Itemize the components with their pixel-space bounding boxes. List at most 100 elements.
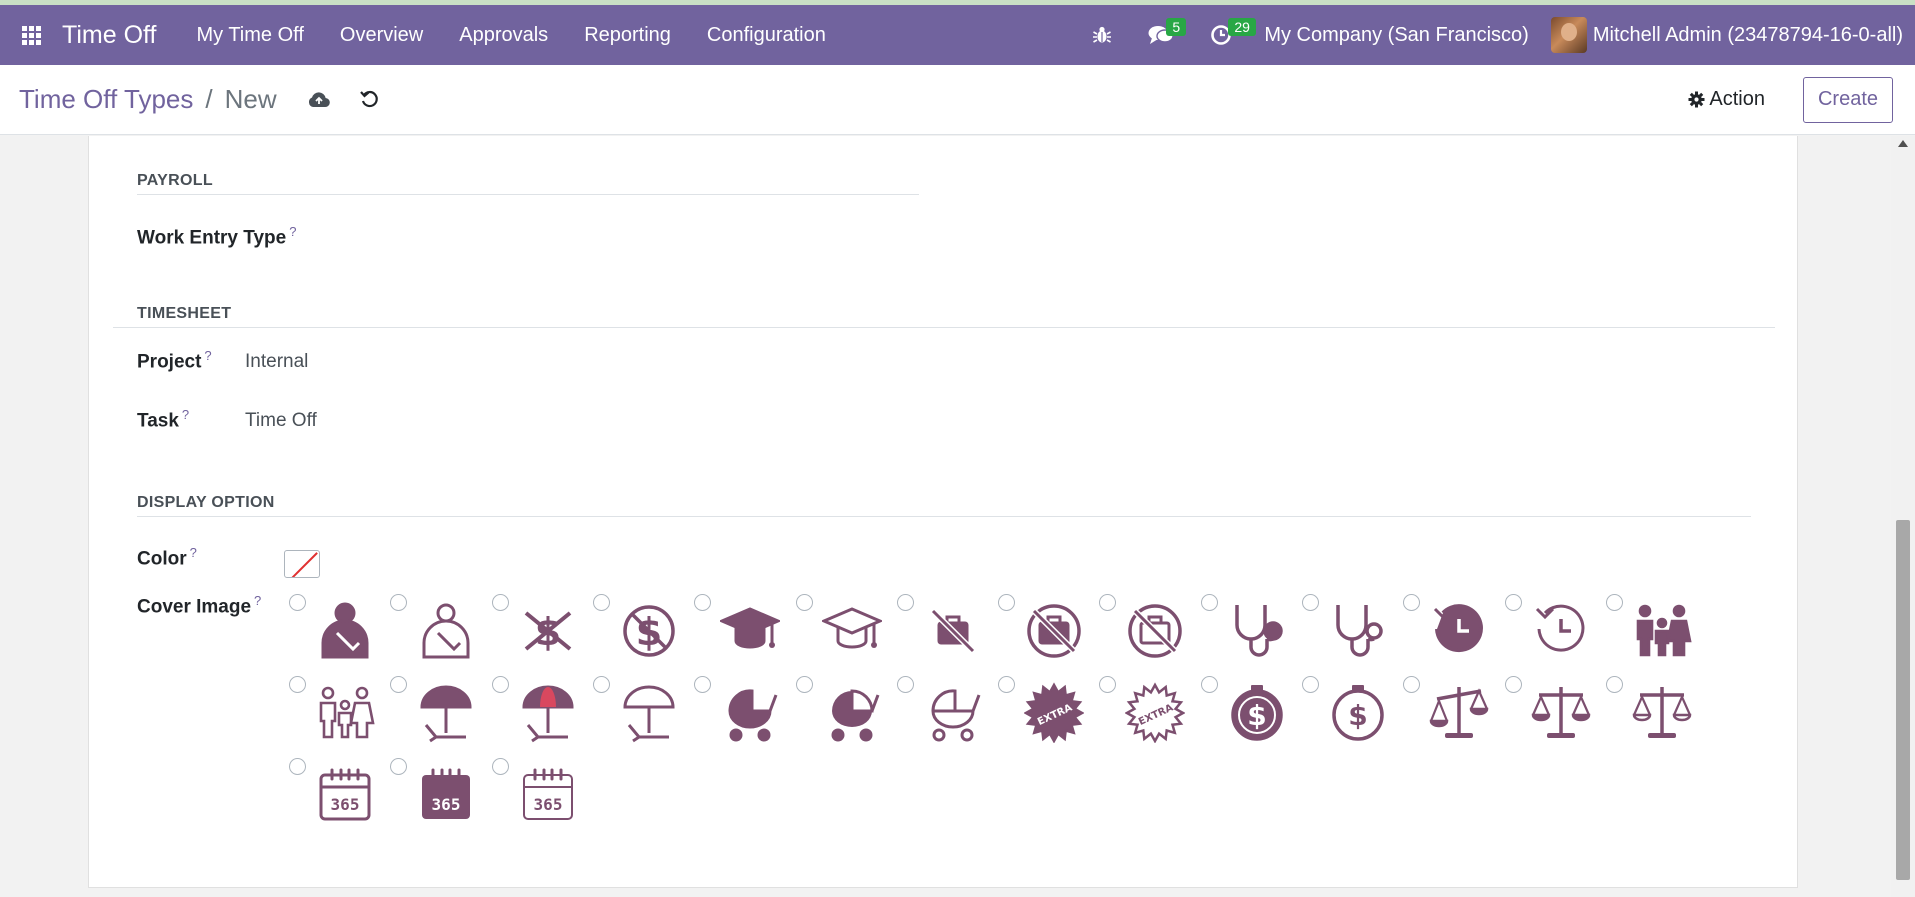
dollar-coin-outline-icon[interactable]: $: [1328, 681, 1388, 743]
cover-image-option[interactable]: [796, 594, 897, 676]
cover-image-radio[interactable]: [1606, 594, 1623, 611]
cover-image-radio[interactable]: [390, 594, 407, 611]
cover-image-option[interactable]: [390, 676, 491, 758]
cover-image-radio[interactable]: [897, 594, 914, 611]
no-dollar-circle-icon[interactable]: $: [619, 599, 679, 661]
messages-chat-icon[interactable]: 5: [1130, 5, 1192, 65]
dollar-coin-solid-icon[interactable]: $: [1227, 681, 1287, 743]
debug-bug-icon[interactable]: [1074, 5, 1130, 65]
menu-configuration[interactable]: Configuration: [689, 24, 844, 47]
menu-reporting[interactable]: Reporting: [566, 24, 689, 47]
cover-image-radio[interactable]: [492, 676, 509, 693]
cover-image-radio[interactable]: [998, 594, 1015, 611]
cover-image-option[interactable]: [897, 676, 998, 758]
cover-image-radio[interactable]: [1099, 594, 1116, 611]
scale-balance-outline-icon[interactable]: [1632, 681, 1692, 743]
cover-image-radio[interactable]: [593, 594, 610, 611]
history-outline-icon[interactable]: [1531, 599, 1591, 661]
breadcrumb-time-off-types[interactable]: Time Off Types: [19, 84, 193, 115]
cover-image-radio[interactable]: [492, 594, 509, 611]
injured-person-solid-icon[interactable]: [315, 599, 375, 661]
cover-image-option[interactable]: $: [492, 594, 593, 676]
graduation-cap-outline-icon[interactable]: [820, 599, 884, 661]
scale-balance-tilted-icon[interactable]: [1429, 681, 1489, 743]
cover-image-option[interactable]: 365: [390, 758, 491, 840]
cover-image-radio[interactable]: [289, 594, 306, 611]
baby-stroller-outline-icon[interactable]: [923, 681, 983, 743]
cover-image-radio[interactable]: [694, 594, 711, 611]
cover-image-radio[interactable]: [593, 676, 610, 693]
baby-stroller-solid-icon[interactable]: [720, 681, 780, 743]
extra-badge-outline-icon[interactable]: EXTRA: [1124, 681, 1186, 744]
page-scrollbar[interactable]: [1891, 136, 1915, 897]
cover-image-radio[interactable]: [796, 594, 813, 611]
activities-clock-icon[interactable]: 29: [1192, 5, 1256, 65]
cover-image-option[interactable]: [1505, 676, 1606, 758]
cover-image-option[interactable]: [1201, 594, 1302, 676]
cover-image-option[interactable]: $: [1302, 676, 1403, 758]
calendar-365-light-icon[interactable]: 365: [518, 763, 578, 825]
cover-image-option[interactable]: [1606, 676, 1707, 758]
cover-image-radio[interactable]: [1302, 676, 1319, 693]
no-dollar-x-icon[interactable]: $: [518, 599, 578, 661]
cover-image-radio[interactable]: [289, 676, 306, 693]
apps-menu-icon[interactable]: [0, 5, 62, 65]
cover-image-option[interactable]: [897, 594, 998, 676]
scroll-up-arrow-icon[interactable]: [1898, 140, 1908, 147]
stethoscope-solid-icon[interactable]: [1227, 599, 1287, 661]
cover-image-radio[interactable]: [492, 758, 509, 775]
stethoscope-outline-icon[interactable]: [1328, 599, 1388, 661]
cover-image-radio[interactable]: [796, 676, 813, 693]
cover-image-radio[interactable]: [897, 676, 914, 693]
project-field[interactable]: Internal: [245, 351, 308, 373]
cover-image-radio[interactable]: [694, 676, 711, 693]
cover-image-radio[interactable]: [1302, 594, 1319, 611]
cover-image-radio[interactable]: [1505, 594, 1522, 611]
menu-approvals[interactable]: Approvals: [441, 24, 566, 47]
cover-image-radio[interactable]: [390, 676, 407, 693]
cover-image-option[interactable]: $: [1201, 676, 1302, 758]
history-solid-icon[interactable]: [1429, 599, 1489, 661]
cover-image-radio[interactable]: [1505, 676, 1522, 693]
calendar-365-outline-icon[interactable]: 365: [315, 763, 375, 825]
cover-image-option[interactable]: [694, 676, 795, 758]
baby-carriage-solid-icon[interactable]: [822, 681, 882, 743]
no-briefcase-circle-solid-icon[interactable]: [1024, 599, 1084, 661]
cover-image-radio[interactable]: [1403, 594, 1420, 611]
cover-image-radio[interactable]: [1606, 676, 1623, 693]
menu-overview[interactable]: Overview: [322, 24, 441, 47]
no-briefcase-circle-outline-icon[interactable]: [1125, 599, 1185, 661]
task-field[interactable]: Time Off: [245, 410, 317, 432]
cover-image-option[interactable]: [1606, 594, 1707, 676]
action-button[interactable]: Action: [1688, 88, 1765, 111]
beach-umbrella-outline-icon[interactable]: [619, 681, 679, 743]
cover-image-option[interactable]: [1403, 676, 1504, 758]
cover-image-option[interactable]: [1099, 594, 1200, 676]
scrollbar-thumb[interactable]: [1896, 520, 1910, 880]
cover-image-option[interactable]: [1302, 594, 1403, 676]
cover-image-option[interactable]: [593, 676, 694, 758]
cover-image-option[interactable]: [492, 676, 593, 758]
cover-image-option[interactable]: [796, 676, 897, 758]
create-button[interactable]: Create: [1802, 76, 1893, 123]
cover-image-option[interactable]: [390, 594, 491, 676]
cover-image-radio[interactable]: [998, 676, 1015, 693]
company-switcher[interactable]: My Company (San Francisco): [1250, 24, 1551, 47]
extra-badge-solid-icon[interactable]: EXTRA: [1023, 681, 1085, 744]
family-solid-icon[interactable]: [1632, 599, 1692, 661]
cover-image-radio[interactable]: [1099, 676, 1116, 693]
cover-image-radio[interactable]: [1403, 676, 1420, 693]
cover-image-radio[interactable]: [1201, 594, 1218, 611]
scale-balance-solid-icon[interactable]: [1531, 681, 1591, 743]
cover-image-radio[interactable]: [289, 758, 306, 775]
beach-umbrella-solid-icon[interactable]: [416, 681, 476, 743]
app-brand[interactable]: Time Off: [62, 21, 156, 50]
cover-image-option[interactable]: $: [593, 594, 694, 676]
cover-image-option[interactable]: 365: [492, 758, 593, 840]
graduation-cap-solid-icon[interactable]: [718, 599, 782, 661]
cover-image-option[interactable]: [289, 594, 390, 676]
cover-image-option[interactable]: EXTRA: [998, 676, 1099, 758]
family-outline-icon[interactable]: [315, 681, 375, 743]
discard-undo-icon[interactable]: [359, 89, 381, 111]
save-cloud-icon[interactable]: [307, 90, 331, 110]
